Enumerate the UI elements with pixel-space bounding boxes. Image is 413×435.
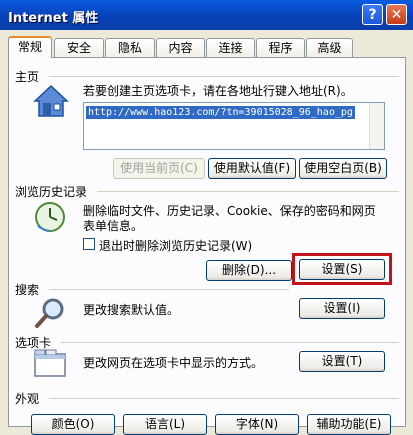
- tab-programs[interactable]: 程序: [256, 38, 305, 57]
- house-icon: [33, 84, 69, 117]
- home-section-title: 主页: [15, 70, 40, 84]
- tab-strip: 常规 安全 隐私 内容 连接 程序 高级: [8, 36, 406, 58]
- use-current-button[interactable]: 使用当前页(C): [113, 158, 205, 179]
- history-section-title: 浏览历史记录: [15, 185, 88, 199]
- tabs-divider: [61, 342, 399, 343]
- colors-button[interactable]: 颜色(O): [31, 414, 115, 435]
- tab-privacy[interactable]: 隐私: [105, 38, 155, 57]
- history-divider: [97, 191, 399, 192]
- url-scrollbar[interactable]: [369, 103, 384, 149]
- search-description: 更改搜索默认值。: [83, 303, 180, 317]
- magnifier-icon: [35, 298, 64, 328]
- history-description-line2: 表单信息。: [83, 219, 144, 233]
- tab-content[interactable]: 内容: [156, 38, 205, 57]
- accessibility-button[interactable]: 辅助功能(E): [307, 414, 391, 435]
- delete-history-button[interactable]: 删除(D)...: [206, 260, 292, 281]
- general-panel: 主页 若要创建主页选项卡，请在各地址行键入地址(R)。 http://www.h…: [8, 57, 406, 435]
- delete-on-exit-label[interactable]: 退出时删除浏览历史记录(W): [99, 237, 252, 254]
- tab-security[interactable]: 安全: [54, 38, 104, 57]
- tabs-settings-button[interactable]: 设置(T): [299, 351, 385, 372]
- home-url-value: http://www.hao123.com/?tn=39015028_96_ha…: [86, 106, 355, 119]
- title-bar[interactable]: Internet 属性 ? ✕: [0, 0, 413, 30]
- appearance-section-title: 外观: [15, 392, 40, 406]
- history-settings-button[interactable]: 设置(S): [299, 259, 385, 280]
- home-url-textarea[interactable]: http://www.hao123.com/?tn=39015028_96_ha…: [83, 102, 385, 150]
- delete-on-exit-checkbox[interactable]: [83, 238, 95, 250]
- search-divider: [49, 289, 289, 290]
- close-button[interactable]: ✕: [386, 4, 407, 25]
- help-button[interactable]: ?: [362, 4, 383, 25]
- appearance-divider: [49, 398, 399, 399]
- tabs-description: 更改网页在选项卡中显示的方式。: [83, 356, 264, 370]
- history-clock-icon: [35, 202, 65, 232]
- languages-button[interactable]: 语言(L): [123, 414, 207, 435]
- home-description: 若要创建主页选项卡，请在各地址行键入地址(R)。: [83, 84, 353, 98]
- use-blank-button[interactable]: 使用空白页(B): [299, 158, 387, 179]
- tab-general[interactable]: 常规: [8, 36, 52, 58]
- use-default-button[interactable]: 使用默认值(F): [208, 158, 296, 179]
- fonts-button[interactable]: 字体(N): [215, 414, 299, 435]
- home-divider: [49, 76, 399, 77]
- tabs-icon: [34, 349, 66, 377]
- window-title: Internet 属性: [8, 11, 99, 26]
- tab-connections[interactable]: 连接: [206, 38, 255, 57]
- search-settings-button[interactable]: 设置(I): [299, 298, 385, 319]
- tab-advanced[interactable]: 高级: [306, 38, 353, 57]
